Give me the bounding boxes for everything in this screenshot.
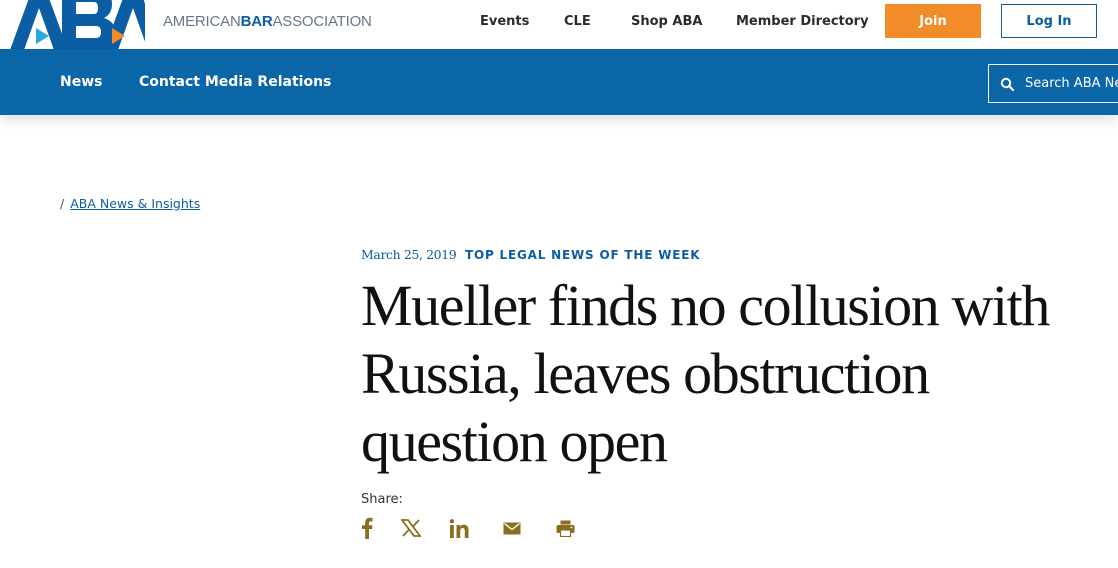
login-button[interactable]: Log In: [1001, 4, 1097, 38]
x-icon[interactable]: [398, 515, 424, 541]
topnav-shop-aba[interactable]: Shop ABA: [631, 14, 702, 29]
aba-logo[interactable]: [0, 0, 145, 50]
breadcrumb-link-aba-news[interactable]: ABA News & Insights: [70, 196, 200, 211]
join-button[interactable]: Join: [885, 4, 981, 38]
topnav-member-directory[interactable]: Member Directory: [736, 14, 869, 29]
topnav-events[interactable]: Events: [480, 14, 529, 29]
share-label: Share:: [361, 492, 403, 507]
breadcrumb: / ABA News & Insights: [60, 196, 200, 211]
article-date: March 25, 2019: [361, 247, 457, 262]
nav-contact-media-relations[interactable]: Contact Media Relations: [139, 74, 331, 90]
linkedin-icon[interactable]: [446, 515, 472, 541]
search-box[interactable]: [988, 64, 1118, 103]
print-icon[interactable]: [552, 515, 578, 541]
brand-name-prefix: AMERICAN: [163, 13, 241, 30]
main-nav: News Contact Media Relations: [0, 49, 1118, 115]
topnav-cle[interactable]: CLE: [564, 14, 591, 29]
top-header: AMERICANBARASSOCIATION Events CLE Shop A…: [0, 0, 1118, 50]
facebook-icon[interactable]: [354, 515, 380, 541]
search-icon[interactable]: [1000, 77, 1014, 91]
nav-news[interactable]: News: [60, 74, 102, 90]
email-icon[interactable]: [499, 515, 525, 541]
article-category-link[interactable]: TOP LEGAL NEWS OF THE WEEK: [465, 248, 700, 262]
search-input[interactable]: [1025, 76, 1118, 91]
brand-name[interactable]: AMERICANBARASSOCIATION: [163, 13, 372, 30]
brand-name-suffix: ASSOCIATION: [272, 13, 372, 30]
breadcrumb-separator: /: [60, 196, 65, 211]
brand-name-bold: BAR: [240, 13, 273, 30]
article-title: Mueller finds no collusion with Russia, …: [361, 273, 1050, 474]
